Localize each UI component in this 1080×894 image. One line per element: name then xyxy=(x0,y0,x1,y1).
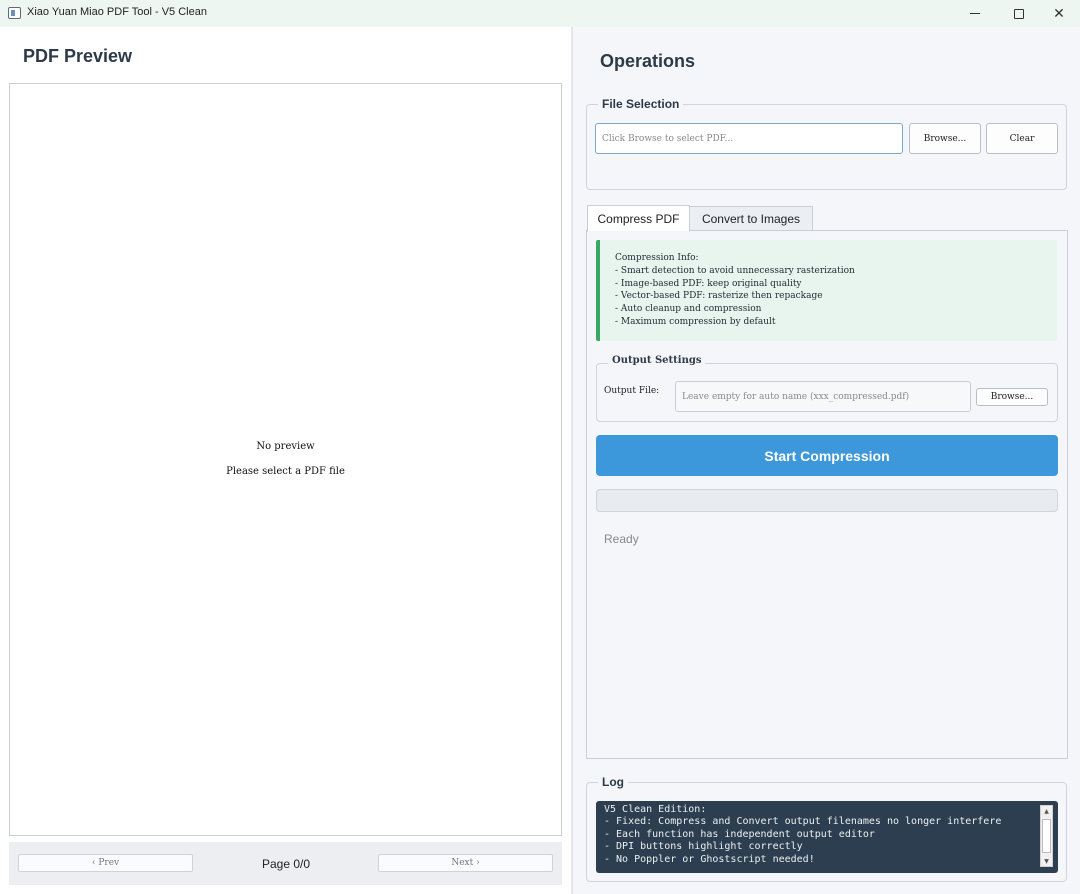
browse-output-button[interactable]: Browse... xyxy=(976,388,1048,406)
info-line: - Vector-based PDF: rasterize then repac… xyxy=(615,291,823,301)
minimize-icon xyxy=(970,13,980,14)
log-line: - Each function has independent output e… xyxy=(604,829,875,840)
output-file-label: Output File: xyxy=(604,386,660,396)
status-text: Ready xyxy=(604,532,639,546)
tab-compress-pdf[interactable]: Compress PDF xyxy=(587,205,690,232)
info-line: Compression Info: xyxy=(615,253,699,263)
scroll-down-icon[interactable]: ▼ xyxy=(1041,856,1052,866)
page-indicator: Page 0/0 xyxy=(261,857,311,871)
file-selection-title: File Selection xyxy=(598,97,684,111)
scroll-thumb[interactable] xyxy=(1042,819,1051,853)
close-button[interactable]: ✕ xyxy=(1038,0,1080,27)
minimize-button[interactable] xyxy=(954,0,996,27)
log-line: - No Poppler or Ghostscript needed! xyxy=(604,854,815,865)
next-page-button[interactable]: Next › xyxy=(378,854,553,872)
maximize-button[interactable] xyxy=(998,0,1040,27)
info-line: - Maximum compression by default xyxy=(615,317,776,327)
browse-pdf-button[interactable]: Browse... xyxy=(909,123,981,154)
window-title: Xiao Yuan Miao PDF Tool - V5 Clean xyxy=(27,6,207,18)
compression-progress-bar xyxy=(596,489,1058,512)
output-file-input[interactable] xyxy=(675,381,971,412)
maximize-icon xyxy=(1014,8,1024,19)
info-line: - Auto cleanup and compression xyxy=(615,304,762,314)
log-scrollbar[interactable]: ▲ ▼ xyxy=(1040,805,1053,867)
close-icon: ✕ xyxy=(1053,5,1065,22)
prev-page-button[interactable]: ‹ Prev xyxy=(18,854,193,872)
log-line: - Fixed: Compress and Convert output fil… xyxy=(604,816,1002,827)
pdf-app-icon xyxy=(8,7,21,19)
panel-splitter[interactable] xyxy=(571,27,573,894)
select-pdf-hint: Please select a PDF file xyxy=(226,466,345,477)
preview-canvas: No preview Please select a PDF file xyxy=(9,83,562,836)
log-line: - DPI buttons highlight correctly xyxy=(604,841,803,852)
no-preview-text: No preview xyxy=(256,441,315,452)
tab-convert-to-images[interactable]: Convert to Images xyxy=(689,206,813,231)
log-line: V5 Clean Edition: xyxy=(604,804,707,815)
scroll-up-icon[interactable]: ▲ xyxy=(1041,806,1052,816)
log-output[interactable]: V5 Clean Edition: - Fixed: Compress and … xyxy=(596,801,1058,873)
pdf-path-input[interactable] xyxy=(595,123,903,154)
log-title: Log xyxy=(598,775,628,789)
output-settings-title: Output Settings xyxy=(608,355,706,366)
title-bar: Xiao Yuan Miao PDF Tool - V5 Clean ✕ xyxy=(0,0,1080,27)
clear-button[interactable]: Clear xyxy=(986,123,1058,154)
info-line: - Smart detection to avoid unnecessary r… xyxy=(615,266,855,276)
start-compression-button[interactable]: Start Compression xyxy=(596,435,1058,476)
preview-title: PDF Preview xyxy=(23,46,133,66)
info-line: - Image-based PDF: keep original quality xyxy=(615,279,802,289)
operations-title: Operations xyxy=(600,51,696,71)
